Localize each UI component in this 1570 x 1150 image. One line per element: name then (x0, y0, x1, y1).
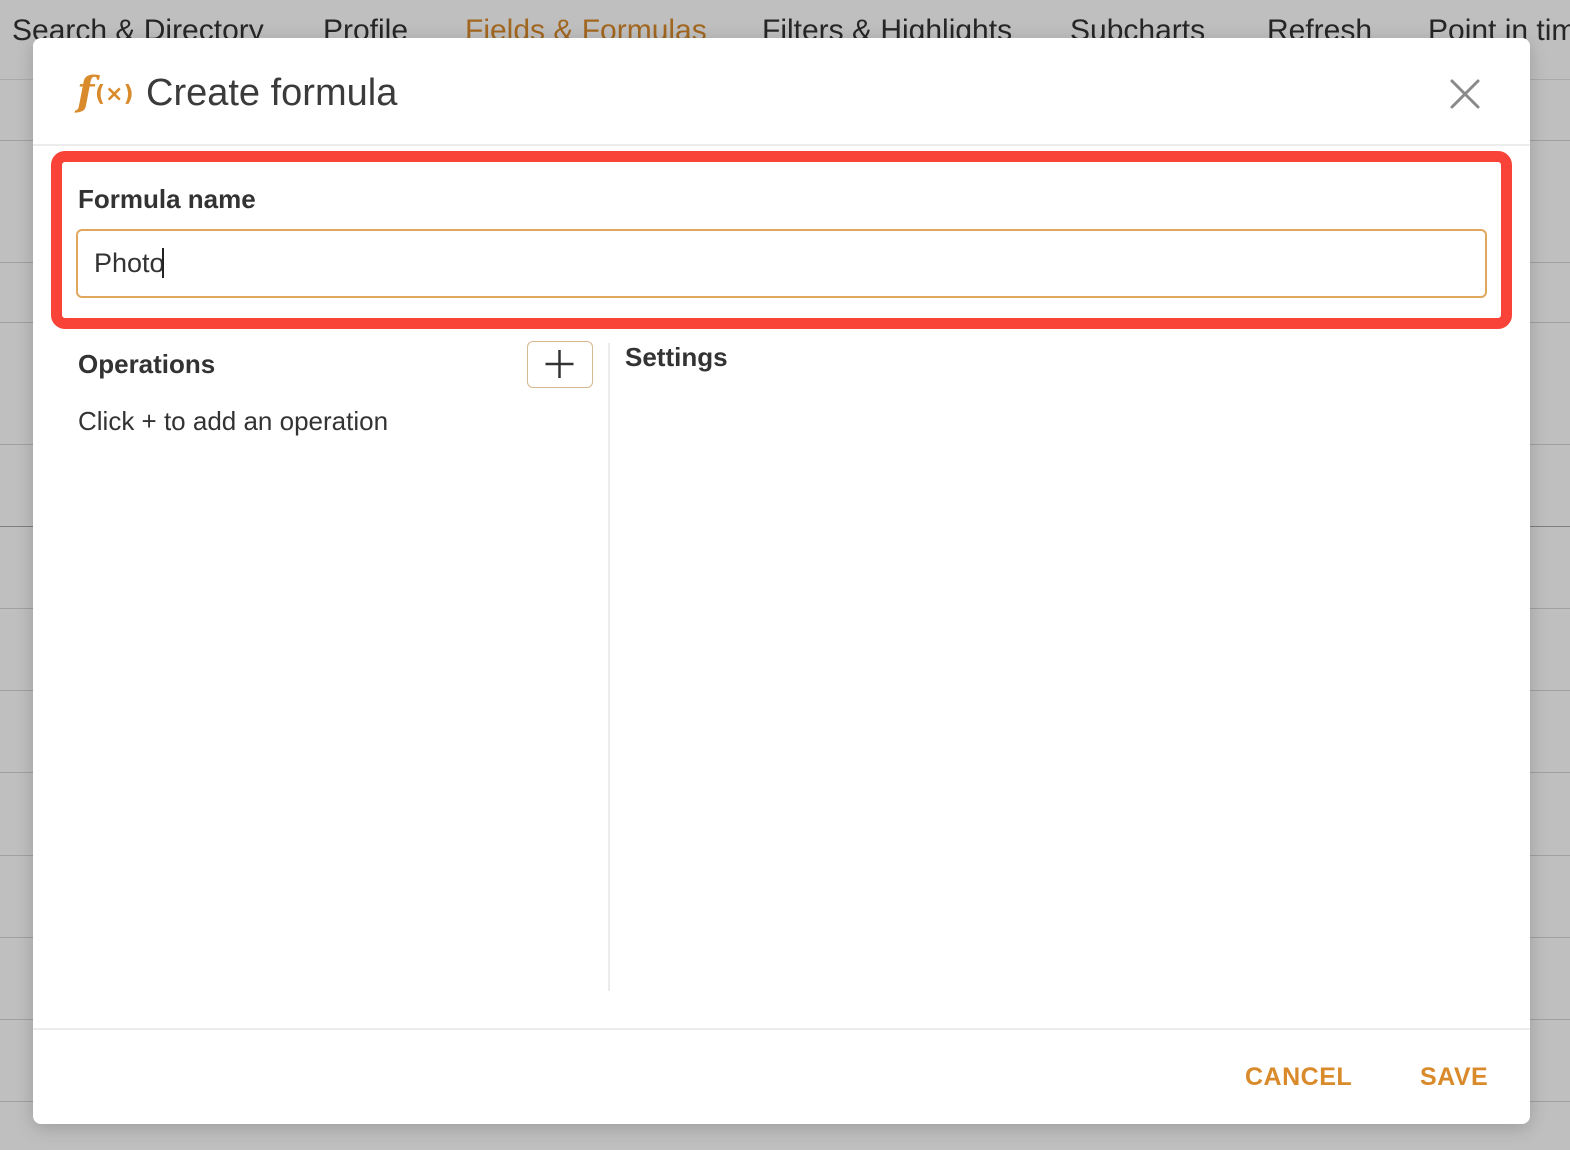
footer-divider (33, 1028, 1530, 1030)
create-formula-dialog: f(×) Create formula Formula name Operati… (33, 38, 1530, 1124)
operations-empty-message: Click + to add an operation (78, 406, 389, 436)
dialog-title: Create formula (146, 72, 398, 114)
text-cursor (162, 248, 164, 278)
plus-icon (545, 350, 574, 378)
panel-divider (608, 343, 610, 991)
formula-name-label: Formula name (78, 184, 256, 214)
formula-name-input[interactable] (76, 229, 1487, 298)
settings-title: Settings (625, 342, 728, 372)
function-fx-icon: f (×) (77, 68, 134, 115)
close-button[interactable] (1443, 72, 1487, 116)
cancel-button[interactable]: CANCEL (1245, 1063, 1352, 1092)
operations-title: Operations (78, 349, 216, 379)
close-icon (1450, 79, 1480, 109)
dialog-header: f (×) Create formula (33, 38, 1530, 146)
add-operation-button[interactable] (527, 341, 593, 388)
save-button[interactable]: SAVE (1420, 1063, 1488, 1092)
